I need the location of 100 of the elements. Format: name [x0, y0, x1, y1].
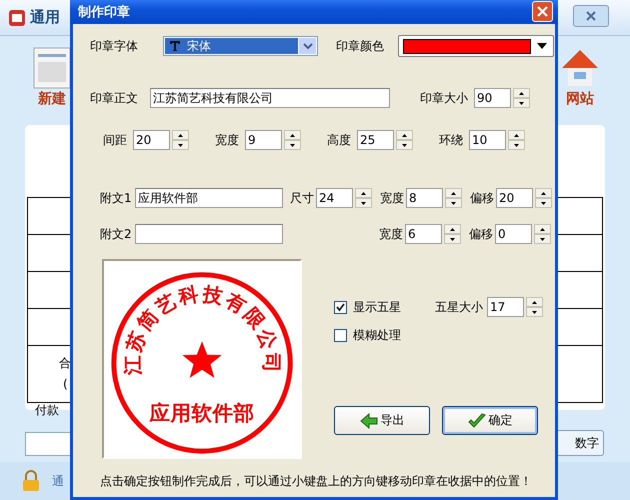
spin-down-button[interactable] [535, 198, 552, 208]
table-cell: 付款 [35, 402, 59, 419]
field-label: 宽度 [215, 132, 239, 148]
spin-up-button[interactable] [513, 88, 530, 98]
font-name: 宋体 [187, 38, 211, 54]
up-arrow-icon [402, 134, 407, 136]
font-dropdown[interactable]: 宋体 [163, 36, 318, 56]
up-arrow-icon [532, 300, 537, 304]
number-field[interactable]: 0 [495, 224, 532, 244]
color-dropdown[interactable] [398, 35, 554, 57]
close-button[interactable] [573, 5, 609, 27]
spin-up-button[interactable] [444, 224, 461, 234]
field-label: 附文1 [100, 190, 133, 206]
down-arrow-icon [541, 202, 546, 204]
close-icon [586, 11, 596, 21]
field-label: 环绕 [439, 132, 463, 148]
checkmark-icon [468, 412, 486, 428]
spin-down-button[interactable] [284, 140, 301, 150]
down-arrow-icon [402, 144, 407, 146]
spin-up-button[interactable] [355, 188, 372, 198]
window-title: 通用 [30, 8, 60, 27]
number-field[interactable]: 10 [469, 130, 506, 150]
seal-text-field[interactable]: 江苏简艺科技有限公司 [150, 88, 390, 108]
checkbox[interactable] [334, 300, 347, 314]
number-field[interactable]: 8 [406, 188, 443, 208]
table-cell: 合 [59, 355, 71, 372]
down-arrow-icon [514, 144, 519, 146]
spin-up-button[interactable] [172, 130, 189, 140]
spin-down-button[interactable] [172, 140, 189, 150]
down-arrow-icon [450, 238, 455, 240]
status-text: 通 [52, 472, 64, 490]
number-field[interactable]: 17 [487, 297, 524, 317]
field-label: 宽度 [379, 226, 403, 242]
field-label: 五星大小 [435, 298, 483, 316]
spin-up-button[interactable] [534, 224, 551, 234]
spin-down-button[interactable] [396, 140, 413, 150]
up-arrow-icon [519, 92, 524, 94]
field-label: 间距 [103, 132, 127, 148]
dropdown-arrow-icon [537, 43, 547, 49]
font-icon [169, 40, 181, 52]
up-arrow-icon [361, 192, 366, 194]
spin-up-button[interactable] [526, 297, 543, 307]
digits-button[interactable]: 数字 [555, 430, 604, 456]
export-button[interactable]: 导出 [334, 406, 430, 435]
field-label: 印章正文 [90, 90, 138, 106]
number-field[interactable]: 90 [474, 88, 511, 108]
spin-down-button[interactable] [526, 307, 543, 317]
down-arrow-icon [532, 310, 537, 314]
down-arrow-icon [361, 202, 366, 204]
input-field[interactable] [25, 432, 72, 456]
checkbox-label[interactable]: 模糊处理 [353, 327, 401, 344]
check-icon [336, 302, 345, 312]
field-label: 高度 [327, 132, 351, 148]
number-field[interactable]: 20 [496, 188, 533, 208]
field-label: 偏移 [470, 190, 494, 206]
ok-button[interactable]: 确定 [442, 406, 538, 435]
field-label: 附文2 [100, 226, 133, 242]
checkbox-label[interactable]: 显示五星 [353, 298, 401, 316]
sub-text-field[interactable]: 应用软件部 [135, 188, 283, 208]
spin-up-button[interactable] [396, 130, 413, 140]
toolbar-label[interactable]: 网站 [566, 90, 594, 108]
down-arrow-icon [290, 144, 295, 146]
arrow-left-icon [360, 412, 378, 428]
spin-up-button[interactable] [508, 130, 525, 140]
up-arrow-icon [514, 134, 519, 136]
number-field[interactable]: 20 [133, 130, 170, 150]
number-field[interactable]: 25 [357, 130, 394, 150]
down-arrow-icon [178, 144, 183, 146]
toolbar-label[interactable]: 新建 [38, 90, 66, 108]
lock-icon [22, 470, 40, 492]
number-field[interactable]: 9 [245, 130, 282, 150]
up-arrow-icon [290, 134, 295, 136]
spin-down-button[interactable] [534, 234, 551, 244]
number-field[interactable]: 6 [405, 224, 442, 244]
spin-down-button[interactable] [355, 198, 372, 208]
sub-text-field[interactable] [135, 224, 283, 244]
field-label: 偏移 [469, 226, 493, 242]
seal-drawing: 江苏简艺科技有限公司 应用软件部 [111, 272, 293, 454]
close-icon [537, 6, 548, 17]
spin-down-button[interactable] [444, 234, 461, 244]
spin-down-button[interactable] [513, 98, 530, 108]
table-cell: ( [63, 377, 68, 391]
spin-up-button[interactable] [535, 188, 552, 198]
app-logo-icon [8, 8, 26, 26]
up-arrow-icon [178, 134, 183, 136]
field-label: 印章字体 [90, 38, 138, 54]
spin-down-button[interactable] [508, 140, 525, 150]
dialog-title: 制作印章 [78, 4, 130, 21]
up-arrow-icon [540, 228, 545, 230]
up-arrow-icon [541, 192, 546, 194]
checkbox[interactable] [334, 329, 347, 342]
number-field[interactable]: 24 [316, 188, 353, 208]
down-arrow-icon [540, 238, 545, 240]
spin-up-button[interactable] [445, 188, 462, 198]
spin-down-button[interactable] [445, 198, 462, 208]
down-arrow-icon [519, 102, 524, 104]
document-icon[interactable] [32, 46, 72, 90]
field-label: 印章大小 [420, 90, 468, 106]
spin-up-button[interactable] [284, 130, 301, 140]
hint-text: 点击确定按钮制作完成后，可以通过小键盘上的方向键移动印章在收据中的位置！ [100, 473, 533, 490]
